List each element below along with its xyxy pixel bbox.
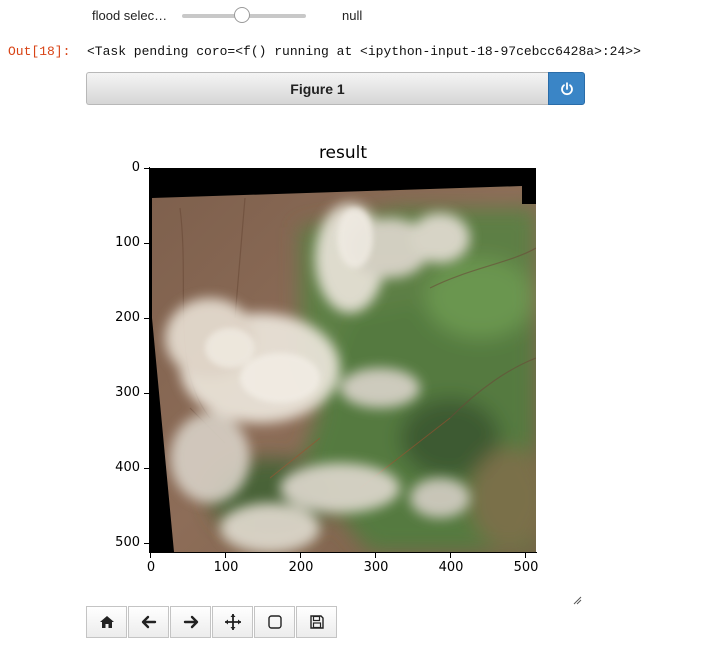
zoom-button[interactable] (254, 606, 295, 638)
output-text: <Task pending coro=<f() running at <ipyt… (87, 44, 641, 59)
resize-grip-icon (573, 596, 582, 605)
home-icon (99, 616, 114, 628)
y-tick-label: 0 (131, 160, 140, 175)
slider-readout: null (342, 8, 363, 23)
x-tick-label: 0 (146, 560, 156, 575)
figure-header: Figure 1 (86, 72, 548, 105)
back-button[interactable] (128, 606, 169, 638)
figure-toolbar (86, 606, 338, 638)
x-tick-mark (225, 553, 226, 558)
y-tick-mark (144, 468, 149, 469)
x-tick-mark (300, 553, 301, 558)
y-tick-mark (144, 318, 149, 319)
x-tick-mark (150, 553, 151, 558)
y-tick-label: 500 (115, 535, 140, 550)
y-tick-mark (144, 543, 149, 544)
y-axis-line (149, 167, 150, 553)
x-tick-mark (525, 553, 526, 558)
x-tick-label: 100 (213, 560, 239, 575)
output-prompt: Out[18]: (8, 44, 71, 59)
y-tick-label: 200 (115, 310, 140, 325)
y-tick-label: 300 (115, 385, 140, 400)
resize-handle[interactable] (572, 592, 582, 605)
forward-button[interactable] (170, 606, 211, 638)
power-icon (560, 81, 573, 95)
y-tick-label: 400 (115, 460, 140, 475)
figure-title: Figure 1 (290, 80, 345, 97)
y-tick-mark (144, 243, 149, 244)
y-tick-mark (144, 393, 149, 394)
pan-button[interactable] (212, 606, 253, 638)
x-tick-label: 200 (288, 560, 314, 575)
slider-label: flood selec… (92, 8, 168, 23)
x-axis-line (149, 552, 537, 553)
close-figure-button[interactable] (548, 72, 585, 105)
x-tick-label: 400 (438, 560, 464, 575)
x-tick-mark (450, 553, 451, 558)
y-tick-label: 100 (115, 235, 140, 250)
save-disk-icon (309, 615, 324, 629)
home-button[interactable] (86, 606, 127, 638)
forward-arrow-icon (183, 615, 198, 629)
slider-thumb[interactable] (233, 7, 250, 23)
y-tick-mark (144, 168, 149, 169)
plot-image[interactable] (150, 168, 536, 552)
x-tick-label: 300 (363, 560, 389, 575)
save-button[interactable] (296, 606, 337, 638)
zoom-rectangle-icon (267, 615, 282, 629)
satellite-image (150, 168, 536, 552)
pan-move-icon (224, 614, 241, 630)
x-tick-label: 500 (513, 560, 539, 575)
back-arrow-icon (141, 615, 156, 629)
plot-title: result (318, 143, 368, 163)
x-tick-mark (375, 553, 376, 558)
